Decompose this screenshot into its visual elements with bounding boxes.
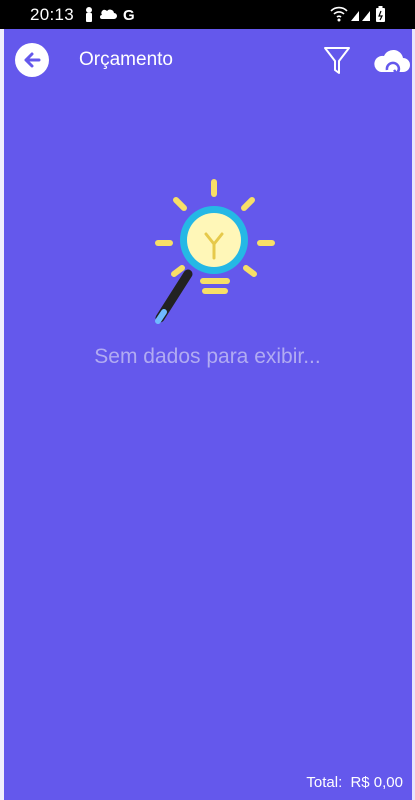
cloud-icon [100, 9, 117, 19]
status-bar: 20:13 G [0, 0, 415, 29]
person-icon [86, 7, 92, 22]
status-time: 20:13 [30, 5, 75, 24]
empty-state-message: Sem dados para exibir... [94, 345, 321, 368]
status-left-icons: G [84, 6, 144, 29]
app-bar: Orçamento [4, 29, 412, 93]
filter-button[interactable] [322, 45, 352, 77]
battery-icon [376, 6, 385, 22]
cloud-sync-icon [374, 49, 410, 77]
signal-icon [351, 11, 359, 21]
arrow-left-icon [24, 52, 41, 68]
status-right-icons [329, 5, 391, 28]
lightbulb-magnifier-icon [155, 179, 275, 324]
page-title: Orçamento [79, 49, 173, 70]
empty-state-illustration [148, 176, 278, 326]
total-summary: Total: R$ 0,00 [302, 774, 403, 791]
cloud-sync-button[interactable] [373, 46, 411, 78]
wifi-icon [330, 6, 348, 18]
left-edge [0, 29, 4, 800]
signal-icon [362, 11, 370, 21]
total-label: Total: [306, 774, 343, 791]
filter-icon [324, 47, 350, 74]
google-g-icon: G [123, 7, 135, 24]
total-value: R$ 0,00 [350, 774, 403, 791]
back-button[interactable] [15, 43, 49, 77]
